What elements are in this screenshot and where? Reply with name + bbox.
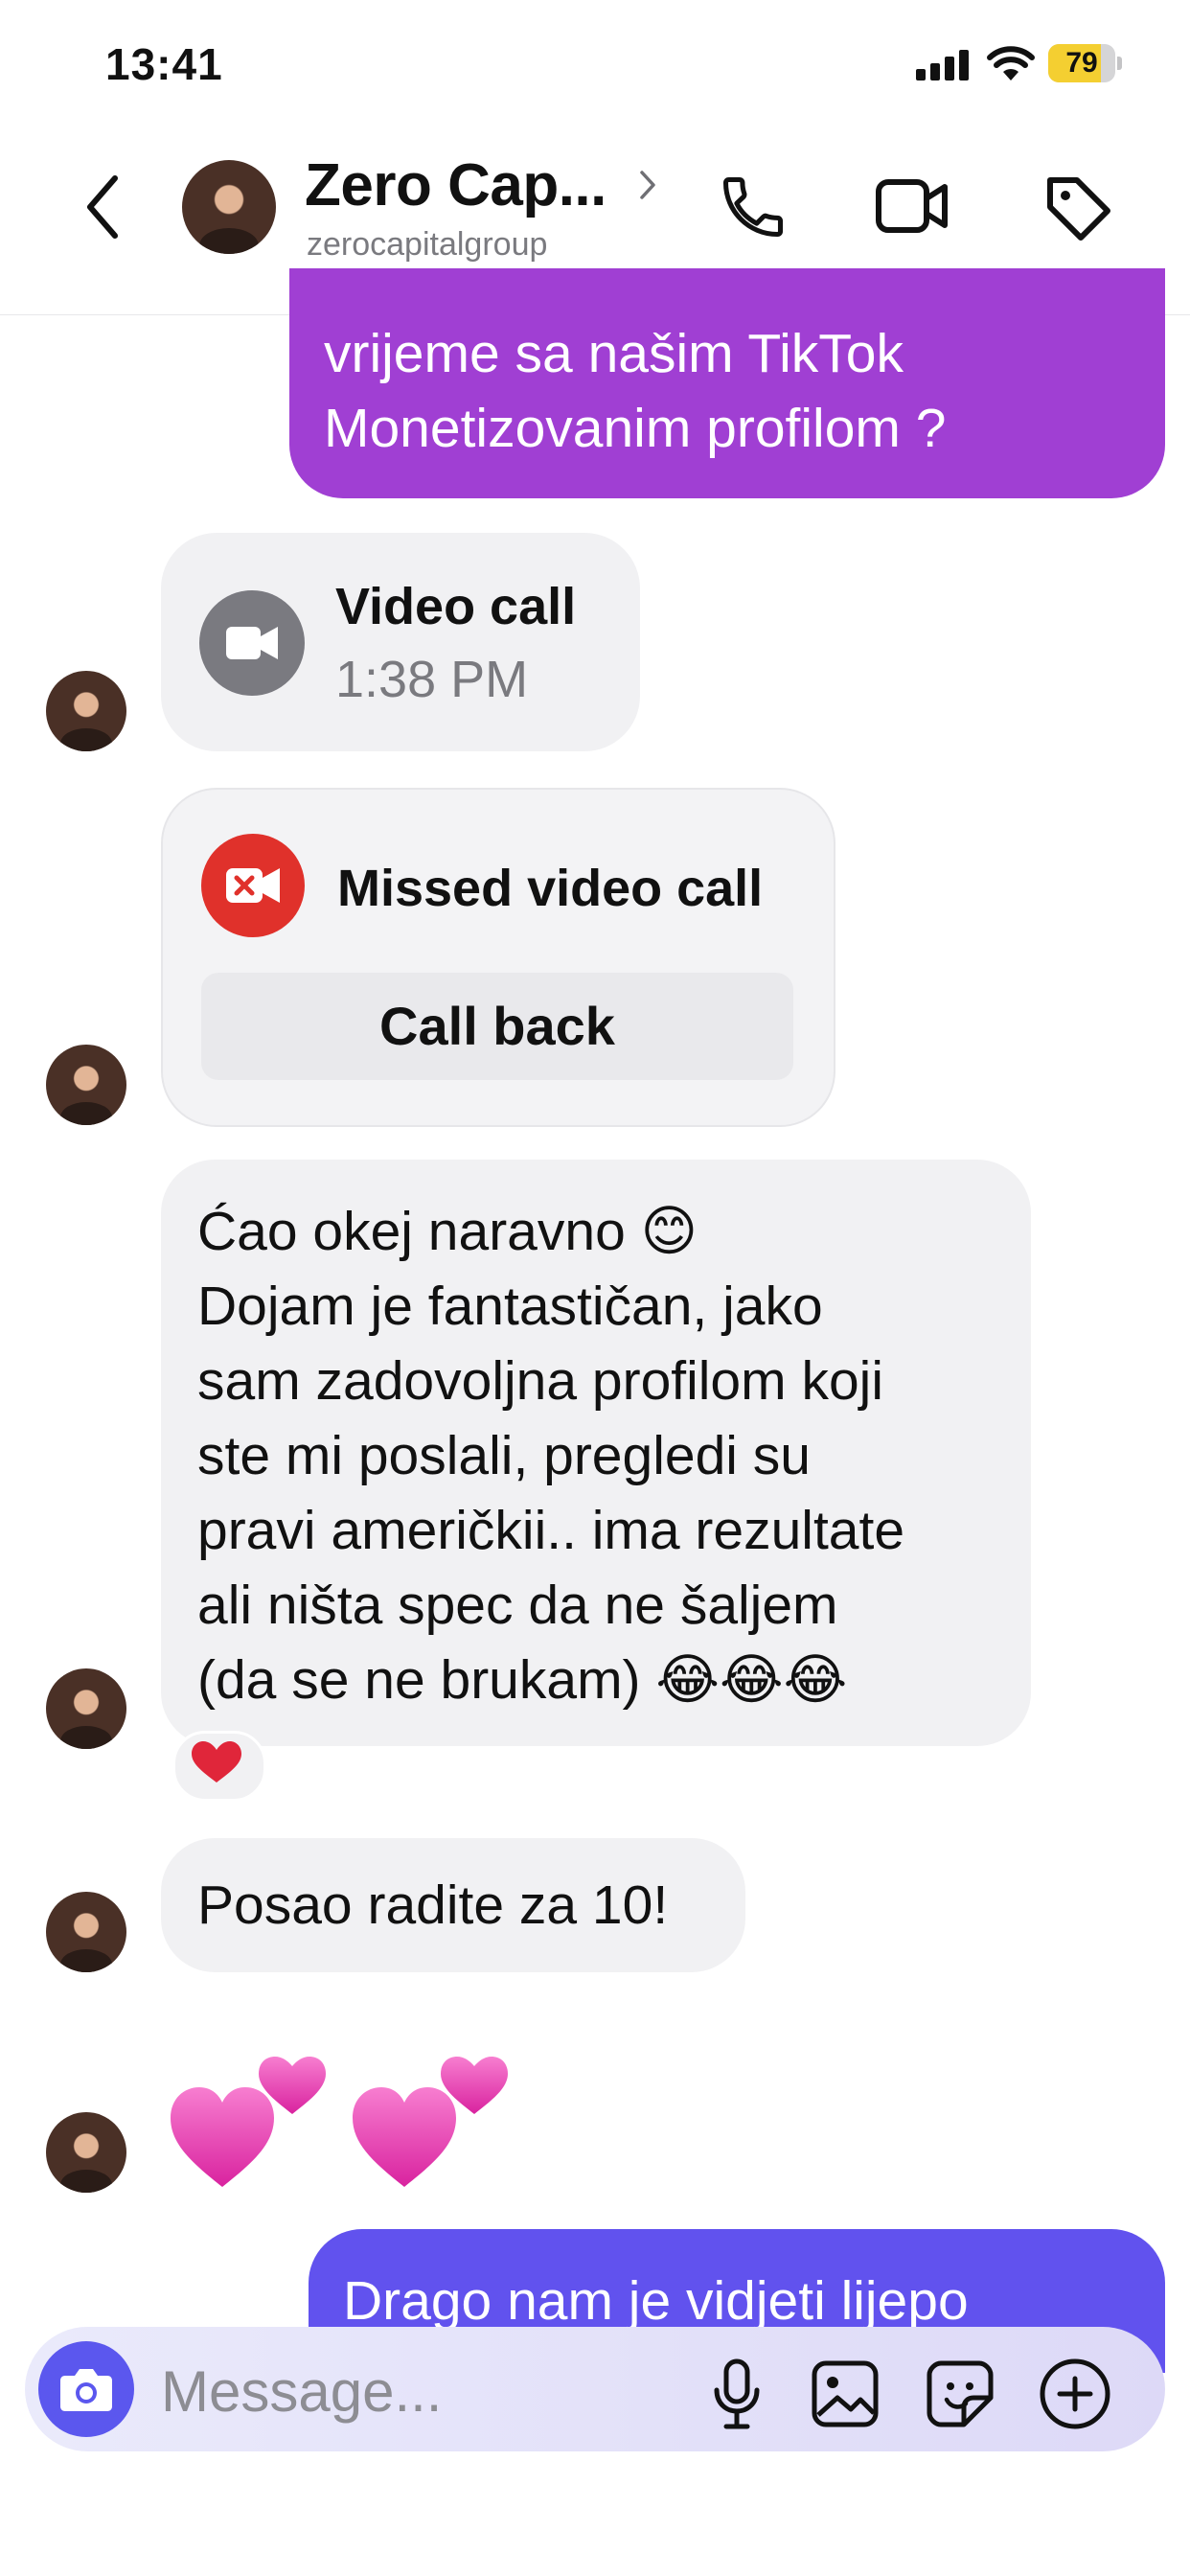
missed-call-title: Missed video call [337,860,764,917]
camera-icon [60,2369,112,2411]
sender-avatar[interactable] [46,671,126,751]
message-text-line: Ćao okej naravno 😊 [197,1201,698,1262]
call-back-button[interactable]: Call back [201,973,793,1080]
call-back-label: Call back [379,996,615,1056]
sender-avatar[interactable] [46,2112,126,2193]
sender-avatar[interactable] [46,1668,126,1749]
battery-percent: 79 [1065,47,1098,79]
message-text-line: ste mi poslali, pregledi su [197,1425,811,1486]
contact-name[interactable]: Zero Cap... [305,151,606,219]
sender-avatar[interactable] [46,1892,126,1972]
message-input[interactable] [161,2351,659,2431]
sticker-icon[interactable] [922,2356,998,2432]
chevron-right-icon[interactable] [638,169,657,201]
heart-icon [171,2057,326,2187]
message-text-line: vrijeme sa našim TikTok [324,323,904,384]
heart-icon [353,2057,508,2187]
video-call-time: 1:38 PM [335,651,529,708]
message-text-line: sam zadovoljna profilom koji [197,1350,883,1412]
video-call-title: Video call [335,578,577,635]
two-hearts-emoji[interactable] [163,2022,517,2195]
phone-icon[interactable] [717,171,790,243]
message-text-line: ali ništa spec da ne šaljem [197,1575,838,1636]
contact-username: zerocapitalgroup [307,226,548,263]
status-time: 13:41 [105,39,223,89]
plus-icon[interactable] [1035,2354,1115,2434]
message-text: Posao radite za 10! [197,1874,669,1936]
contact-avatar[interactable] [182,160,276,254]
incoming-message-bubble[interactable]: Posao radite za 10! [161,1838,745,1972]
gallery-icon[interactable] [807,2356,883,2432]
reaction-badge[interactable] [172,1731,266,1802]
message-text-line: Dojam je fantastičan, jako [197,1276,823,1337]
camera-button[interactable] [38,2341,134,2437]
back-chevron-icon[interactable] [80,172,125,242]
outgoing-message-bubble[interactable]: vrijeme sa našim TikTok Monetizovanim pr… [289,268,1165,498]
signal-icon [916,50,970,80]
video-call-icon [199,590,305,696]
wifi-icon [987,46,1035,80]
microphone-icon[interactable] [703,2356,770,2432]
message-text-line: Monetizovanim profilom ? [324,398,947,459]
heart-icon [192,1741,241,1782]
missed-call-icon [201,834,305,937]
message-text-line: (da se ne brukam) 😂😂😂 [197,1649,848,1711]
video-camera-icon[interactable] [874,172,950,240]
sender-avatar[interactable] [46,1045,126,1125]
incoming-message-bubble[interactable]: Ćao okej naravno 😊 Dojam je fantastičan,… [161,1160,1031,1746]
video-call-card[interactable]: Video call 1:38 PM [161,533,640,751]
message-text-line: pravi američkii.. ima rezultate [197,1500,905,1561]
tag-icon[interactable] [1042,172,1113,243]
battery-icon: 79 [1048,44,1122,82]
